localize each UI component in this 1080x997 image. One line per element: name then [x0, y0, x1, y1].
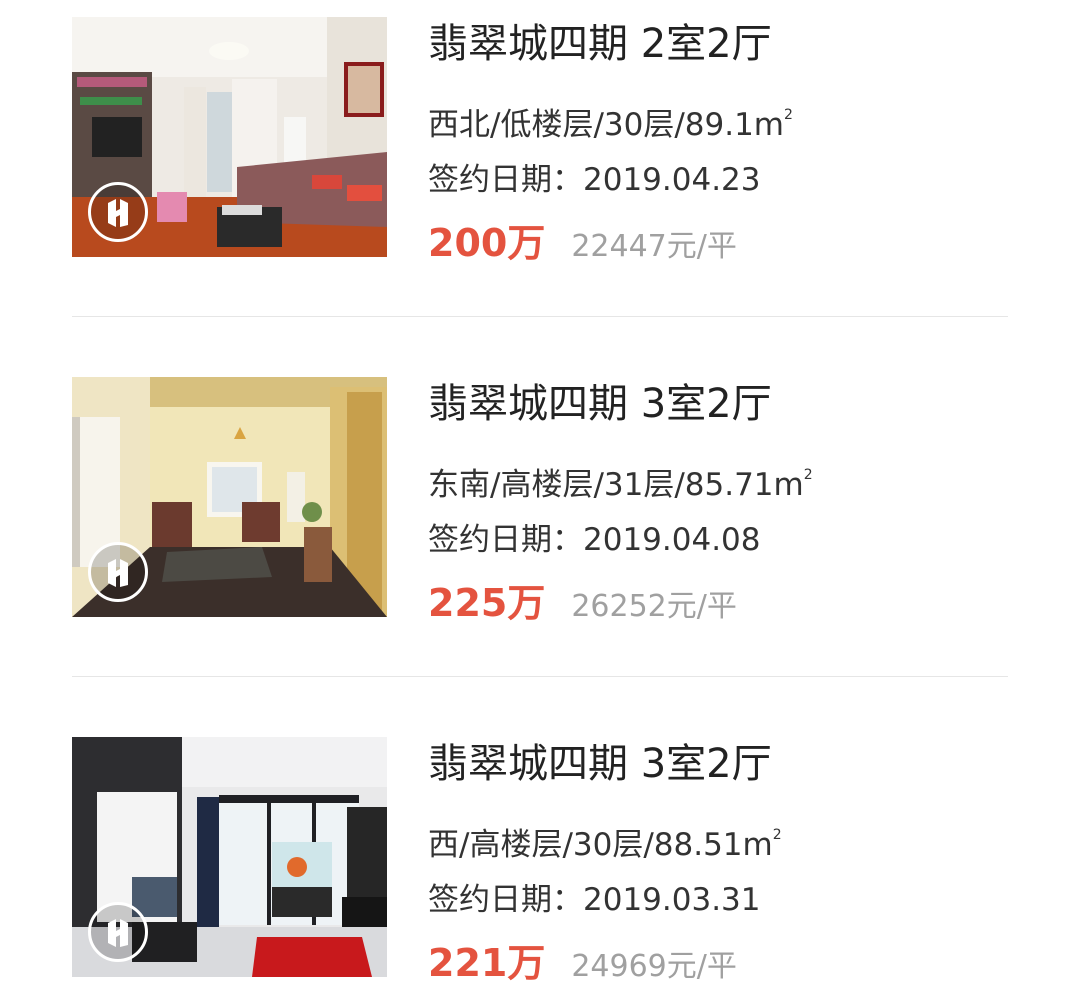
sign-date-label: 签约日期：	[428, 882, 583, 918]
vr-icon	[108, 919, 128, 947]
listing-photo[interactable]	[72, 17, 387, 257]
specs-text: 西/高楼层/30层/88.51m	[428, 827, 773, 863]
sign-date: 签约日期：2019.04.23	[428, 160, 761, 200]
unit-price: 24969元/平	[571, 949, 737, 984]
divider	[72, 316, 1008, 317]
listing-item[interactable]: 翡翠城四期 2室2厅 西北/低楼层/30层/89.1m2 签约日期：2019.0…	[72, 17, 1008, 265]
area-unit-sup: 2	[784, 107, 793, 123]
listing-specs: 西北/低楼层/30层/89.1m2	[428, 95, 793, 145]
listing-info: 翡翠城四期 3室2厅 东南/高楼层/31层/85.71m2 签约日期：2019.…	[428, 377, 1008, 625]
listing-info: 翡翠城四期 3室2厅 西/高楼层/30层/88.51m2 签约日期：2019.0…	[428, 737, 1008, 985]
listing-title[interactable]: 翡翠城四期 2室2厅	[428, 19, 772, 69]
total-price: 221万	[428, 941, 546, 985]
total-price: 225万	[428, 581, 546, 625]
listing-title[interactable]: 翡翠城四期 3室2厅	[428, 379, 772, 429]
listing-item[interactable]: 翡翠城四期 3室2厅 东南/高楼层/31层/85.71m2 签约日期：2019.…	[72, 377, 1008, 625]
specs-text: 东南/高楼层/31层/85.71m	[428, 467, 804, 503]
price-row: 200万 22447元/平	[428, 219, 737, 267]
sign-date: 签约日期：2019.04.08	[428, 520, 761, 560]
sign-date-value: 2019.03.31	[583, 882, 761, 918]
sign-date-label: 签约日期：	[428, 522, 583, 558]
sign-date-label: 签约日期：	[428, 162, 583, 198]
unit-price: 22447元/平	[571, 229, 737, 264]
vr-badge[interactable]	[88, 902, 148, 962]
listing-photo[interactable]	[72, 737, 387, 977]
listing-specs: 西/高楼层/30层/88.51m2	[428, 815, 782, 865]
area-unit-sup: 2	[803, 467, 813, 483]
vr-icon	[108, 559, 128, 587]
listing-info: 翡翠城四期 2室2厅 西北/低楼层/30层/89.1m2 签约日期：2019.0…	[428, 17, 1008, 265]
divider	[72, 676, 1008, 677]
price-row: 225万 26252元/平	[428, 579, 737, 627]
sign-date-value: 2019.04.08	[583, 522, 761, 558]
price-row: 221万 24969元/平	[428, 939, 737, 987]
sign-date: 签约日期：2019.03.31	[428, 880, 761, 920]
unit-price: 26252元/平	[571, 589, 737, 624]
listing-title[interactable]: 翡翠城四期 3室2厅	[428, 739, 772, 789]
listing-photo[interactable]	[72, 377, 387, 617]
vr-badge[interactable]	[88, 542, 148, 602]
vr-badge[interactable]	[88, 182, 148, 242]
listing-item[interactable]: 翡翠城四期 3室2厅 西/高楼层/30层/88.51m2 签约日期：2019.0…	[72, 737, 1008, 985]
area-unit-sup: 2	[772, 827, 782, 843]
sign-date-value: 2019.04.23	[583, 162, 761, 198]
total-price: 200万	[428, 221, 546, 265]
specs-text: 西北/低楼层/30层/89.1m	[428, 107, 784, 143]
listing-specs: 东南/高楼层/31层/85.71m2	[428, 455, 813, 505]
vr-icon	[108, 199, 128, 227]
